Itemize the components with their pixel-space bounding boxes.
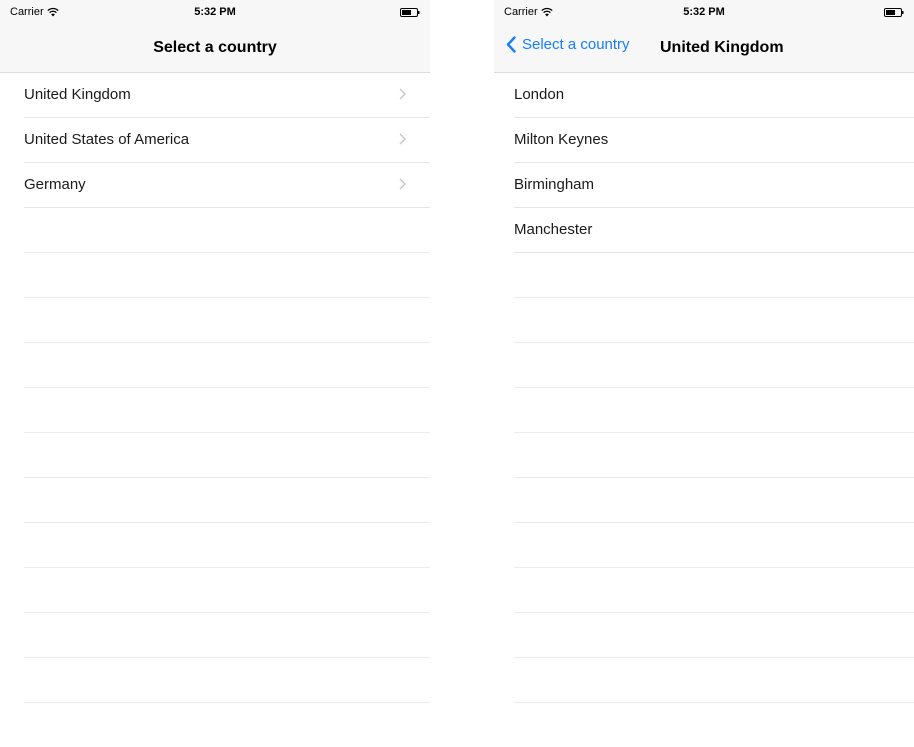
empty-row xyxy=(494,658,914,703)
status-time: 5:32 PM xyxy=(194,6,236,18)
city-label: Milton Keynes xyxy=(514,131,609,148)
battery-icon xyxy=(884,8,904,17)
empty-row xyxy=(0,568,430,613)
chevron-left-icon xyxy=(506,36,516,53)
chevron-right-icon xyxy=(399,178,406,190)
city-row-london[interactable]: London xyxy=(494,73,914,118)
city-row-milton-keynes[interactable]: Milton Keynes xyxy=(494,118,914,163)
empty-row xyxy=(0,208,430,253)
country-row-germany[interactable]: Germany xyxy=(0,163,430,208)
city-row-manchester[interactable]: Manchester xyxy=(494,208,914,253)
country-list: United Kingdom United States of America … xyxy=(0,73,430,747)
empty-row xyxy=(0,703,430,747)
city-list-screen: Carrier 5:32 PM Select a country United … xyxy=(494,0,914,747)
city-label: Birmingham xyxy=(514,176,595,193)
back-button[interactable]: Select a country xyxy=(506,36,630,53)
navigation-bar: Select a country United Kingdom xyxy=(494,24,914,73)
country-label: United Kingdom xyxy=(24,86,131,103)
navigation-bar: Select a country xyxy=(0,24,430,73)
empty-row xyxy=(494,343,914,388)
empty-row xyxy=(494,388,914,433)
empty-row xyxy=(0,613,430,658)
empty-row xyxy=(494,568,914,613)
empty-row xyxy=(494,703,914,747)
city-row-birmingham[interactable]: Birmingham xyxy=(494,163,914,208)
page-title: United Kingdom xyxy=(660,39,784,56)
country-label: United States of America xyxy=(24,131,190,148)
city-label: London xyxy=(514,86,565,103)
empty-row xyxy=(494,478,914,523)
empty-row xyxy=(0,298,430,343)
empty-row xyxy=(0,523,430,568)
country-row-united-states[interactable]: United States of America xyxy=(0,118,430,163)
chevron-right-icon xyxy=(399,88,406,100)
empty-row xyxy=(494,433,914,478)
page-title: Select a country xyxy=(153,39,277,56)
city-label: Manchester xyxy=(514,221,593,238)
status-bar: Carrier 5:32 PM xyxy=(494,0,914,24)
empty-row xyxy=(0,253,430,298)
empty-row xyxy=(0,343,430,388)
city-list: London Milton Keynes Birmingham Manchest… xyxy=(494,73,914,747)
battery-icon xyxy=(400,8,420,17)
country-label: Germany xyxy=(24,176,86,193)
empty-row xyxy=(0,433,430,478)
back-button-label: Select a country xyxy=(522,36,630,53)
country-list-screen: Carrier 5:32 PM Select a country United … xyxy=(0,0,430,747)
empty-row xyxy=(494,523,914,568)
chevron-right-icon xyxy=(399,133,406,145)
empty-row xyxy=(0,388,430,433)
empty-row xyxy=(494,298,914,343)
empty-row xyxy=(0,658,430,703)
empty-row xyxy=(0,478,430,523)
status-time: 5:32 PM xyxy=(683,6,725,18)
country-row-united-kingdom[interactable]: United Kingdom xyxy=(0,73,430,118)
empty-row xyxy=(494,613,914,658)
empty-row xyxy=(494,253,914,298)
status-bar: Carrier 5:32 PM xyxy=(0,0,430,24)
